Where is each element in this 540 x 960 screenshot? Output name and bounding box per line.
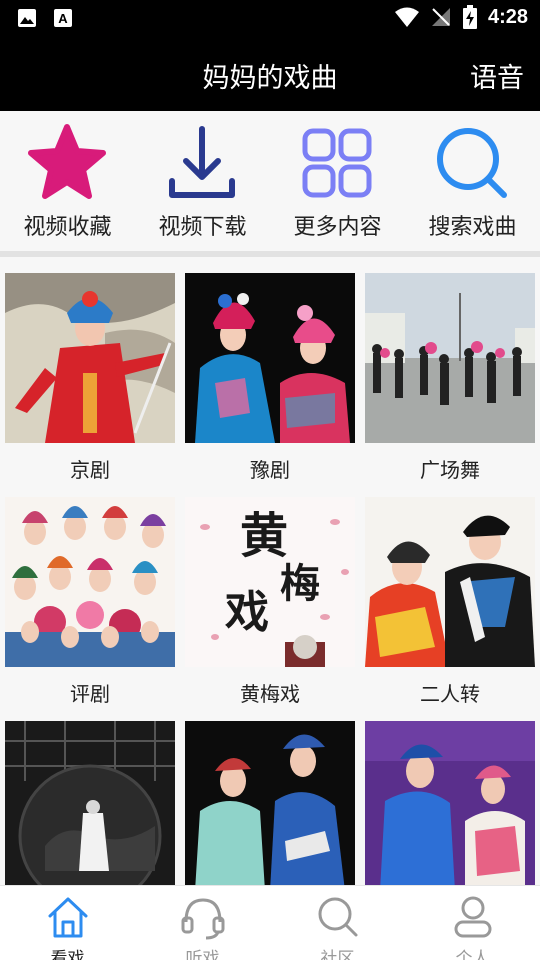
nav-label-profile: 个人 [455,949,490,960]
search-opera-button[interactable]: 搜索戏曲 [405,111,540,251]
image-notification-icon [18,9,36,27]
category-errenzhuan[interactable]: 二人转 [365,497,535,721]
text-notification-icon: A [54,9,72,27]
category-pingju[interactable]: 评剧 [5,497,175,721]
category-label: 黄梅戏 [240,682,300,706]
more-content-label: 更多内容 [293,215,382,240]
quick-actions: 视频收藏 视频下载 更多内容 搜索戏曲 [0,111,540,257]
bottom-navigation: 看戏 听戏 社区 个人 [0,885,540,960]
yuju-thumbnail [185,273,355,443]
category-item-9[interactable] [365,721,535,885]
search-opera-label: 搜索戏曲 [428,215,517,240]
voice-button[interactable]: 语音 [470,56,524,95]
category-label: 广场舞 [420,458,480,482]
status-bar: A 4:28 [0,0,540,36]
nav-label-listen: 听戏 [185,949,220,960]
huangmeixi-thumbnail: 黄 梅 戏 [185,497,355,667]
category-label: 豫剧 [250,458,290,482]
category-label: 评剧 [70,682,110,706]
home-icon [48,897,88,938]
category-item-7[interactable] [5,721,175,885]
errenzhuan-thumbnail [365,497,535,667]
user-icon [454,896,492,938]
svg-text:黄: 黄 [240,508,288,564]
guangchangwu-thumbnail [365,273,535,443]
category-item-8[interactable] [185,721,355,885]
category-7-thumbnail [5,721,175,885]
pingju-thumbnail [5,497,175,667]
favorites-button[interactable]: 视频收藏 [0,111,135,251]
grid-icon [302,128,372,198]
category-huangmeixi[interactable]: 黄 梅 戏 黄梅戏 [185,497,355,721]
category-jingju[interactable]: 京剧 [5,273,175,497]
nav-label-watch: 看戏 [50,949,85,960]
nav-tab-listen[interactable]: 听戏 [135,886,270,960]
nav-tab-watch[interactable]: 看戏 [0,886,135,960]
more-content-button[interactable]: 更多内容 [270,111,405,251]
search-icon [437,128,507,198]
wifi-icon [394,7,419,27]
clock: 4:28 [487,5,528,28]
headphones-icon [181,898,225,940]
svg-text:A: A [58,11,68,26]
favorites-label: 视频收藏 [23,215,112,240]
category-8-thumbnail [185,721,355,885]
star-icon [28,124,106,199]
category-label: 京剧 [70,458,110,482]
nav-tab-community[interactable]: 社区 [270,886,405,960]
app-screen: A 4:28 妈妈的戏曲 语音 视频收藏 视频下载 更多内容 搜索戏曲 京剧 豫… [0,0,540,960]
svg-text:戏: 戏 [225,587,269,638]
nav-label-community: 社区 [320,949,355,960]
jingju-thumbnail [5,273,175,443]
battery-charging-icon [462,5,477,29]
category-label: 二人转 [420,682,480,706]
search-icon [318,897,358,937]
app-header: 妈妈的戏曲 语音 [0,36,540,111]
category-grid: 京剧 豫剧 广场舞 评剧 黄 梅 戏 黄梅戏 二人转 [0,263,540,885]
page-title: 妈妈的戏曲 [202,63,338,94]
download-label: 视频下载 [158,215,247,240]
download-icon [169,126,235,198]
svg-text:梅: 梅 [280,560,320,607]
category-guangchangwu[interactable]: 广场舞 [365,273,535,497]
nav-tab-profile[interactable]: 个人 [405,886,540,960]
download-button[interactable]: 视频下载 [135,111,270,251]
no-signal-icon [431,8,450,26]
category-9-thumbnail [365,721,535,885]
category-yuju[interactable]: 豫剧 [185,273,355,497]
